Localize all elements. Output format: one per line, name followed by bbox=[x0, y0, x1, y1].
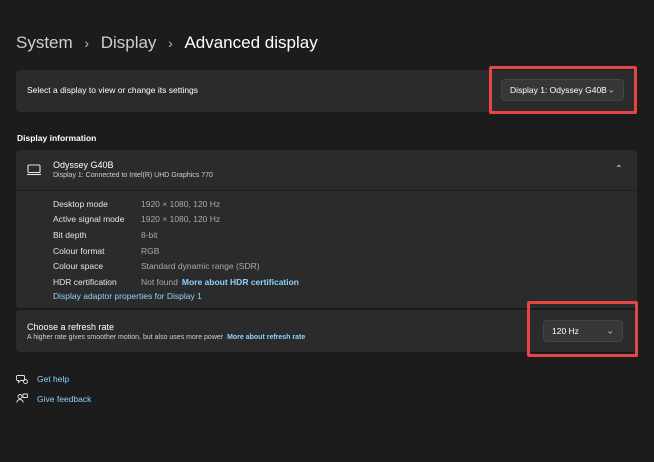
display-dropdown-value: Display 1: Odyssey G40B bbox=[510, 85, 607, 95]
refresh-rate-card: Choose a refresh rate A higher rate give… bbox=[16, 310, 637, 352]
info-row-bit-depth: Bit depth 8-bit bbox=[53, 227, 299, 243]
refresh-rate-title: Choose a refresh rate bbox=[27, 322, 115, 332]
display-information-card: Odyssey G40B Display 1: Connected to Int… bbox=[16, 150, 637, 308]
info-key: Colour format bbox=[53, 245, 105, 256]
refresh-rate-description: A higher rate gives smoother motion, but… bbox=[27, 334, 305, 341]
display-info-rows: Desktop mode 1920 × 1080, 120 Hz Active … bbox=[53, 196, 299, 290]
info-row-desktop-mode: Desktop mode 1920 × 1080, 120 Hz bbox=[53, 196, 299, 212]
give-feedback-label: Give feedback bbox=[37, 394, 92, 404]
info-row-active-signal-mode: Active signal mode 1920 × 1080, 120 Hz bbox=[53, 212, 299, 228]
info-key: Desktop mode bbox=[53, 198, 108, 209]
display-info-header[interactable]: Odyssey G40B Display 1: Connected to Int… bbox=[16, 150, 637, 191]
feedback-icon bbox=[16, 393, 28, 403]
page-title: Advanced display bbox=[184, 33, 318, 52]
refresh-rate-dropdown[interactable]: 120 Hz ⌄ bbox=[543, 320, 623, 342]
display-dropdown[interactable]: Display 1: Odyssey G40B ⌄ bbox=[501, 79, 624, 101]
refresh-rate-value: 120 Hz bbox=[552, 326, 579, 336]
display-information-heading: Display information bbox=[17, 133, 97, 143]
refresh-rate-link[interactable]: More about refresh rate bbox=[227, 334, 305, 341]
info-key: Active signal mode bbox=[53, 214, 125, 225]
hdr-status: Not found bbox=[141, 276, 178, 287]
chevron-down-icon: ⌄ bbox=[607, 84, 615, 95]
display-adaptor-properties-link[interactable]: Display adaptor properties for Display 1 bbox=[53, 291, 202, 301]
info-key: Colour space bbox=[53, 261, 104, 272]
advanced-display-page: System › Display › Advanced display Sele… bbox=[0, 0, 654, 462]
info-value: 8-bit bbox=[141, 229, 158, 240]
refresh-rate-description-text: A higher rate gives smoother motion, but… bbox=[27, 334, 224, 341]
select-display-card: Select a display to view or change its s… bbox=[16, 70, 637, 112]
info-value: Not found More about HDR certification bbox=[141, 277, 299, 287]
chevron-right-icon: › bbox=[84, 35, 90, 51]
chevron-right-icon: › bbox=[168, 35, 173, 51]
breadcrumb: System › Display › Advanced display bbox=[16, 33, 318, 53]
give-feedback-link[interactable]: Give feedback bbox=[16, 393, 91, 405]
info-row-colour-format: Colour format RGB bbox=[53, 243, 299, 259]
monitor-icon bbox=[27, 164, 41, 176]
info-row-hdr-certification: HDR certification Not found More about HD… bbox=[53, 274, 299, 290]
info-value: 1920 × 1080, 120 Hz bbox=[141, 214, 221, 225]
chevron-up-icon[interactable]: ⌃ bbox=[615, 164, 623, 175]
help-icon bbox=[16, 375, 28, 384]
breadcrumb-system[interactable]: System bbox=[16, 33, 73, 53]
get-help-label: Get help bbox=[37, 374, 70, 384]
info-value: 1920 × 1080, 120 Hz bbox=[141, 198, 221, 209]
info-value: Standard dynamic range (SDR) bbox=[141, 261, 260, 272]
monitor-name: Odyssey G40B bbox=[53, 160, 114, 170]
info-key: Bit depth bbox=[53, 229, 87, 240]
chevron-down-icon: ⌄ bbox=[606, 325, 614, 336]
info-key: HDR certification bbox=[53, 276, 117, 287]
monitor-connection: Display 1: Connected to Intel(R) UHD Gra… bbox=[53, 172, 213, 179]
breadcrumb-display[interactable]: Display bbox=[101, 33, 157, 53]
info-row-colour-space: Colour space Standard dynamic range (SDR… bbox=[53, 258, 299, 274]
get-help-link[interactable]: Get help bbox=[16, 373, 69, 385]
select-display-label: Select a display to view or change its s… bbox=[27, 85, 199, 95]
info-value: RGB bbox=[141, 245, 160, 256]
hdr-certification-link[interactable]: More about HDR certification bbox=[182, 277, 299, 287]
